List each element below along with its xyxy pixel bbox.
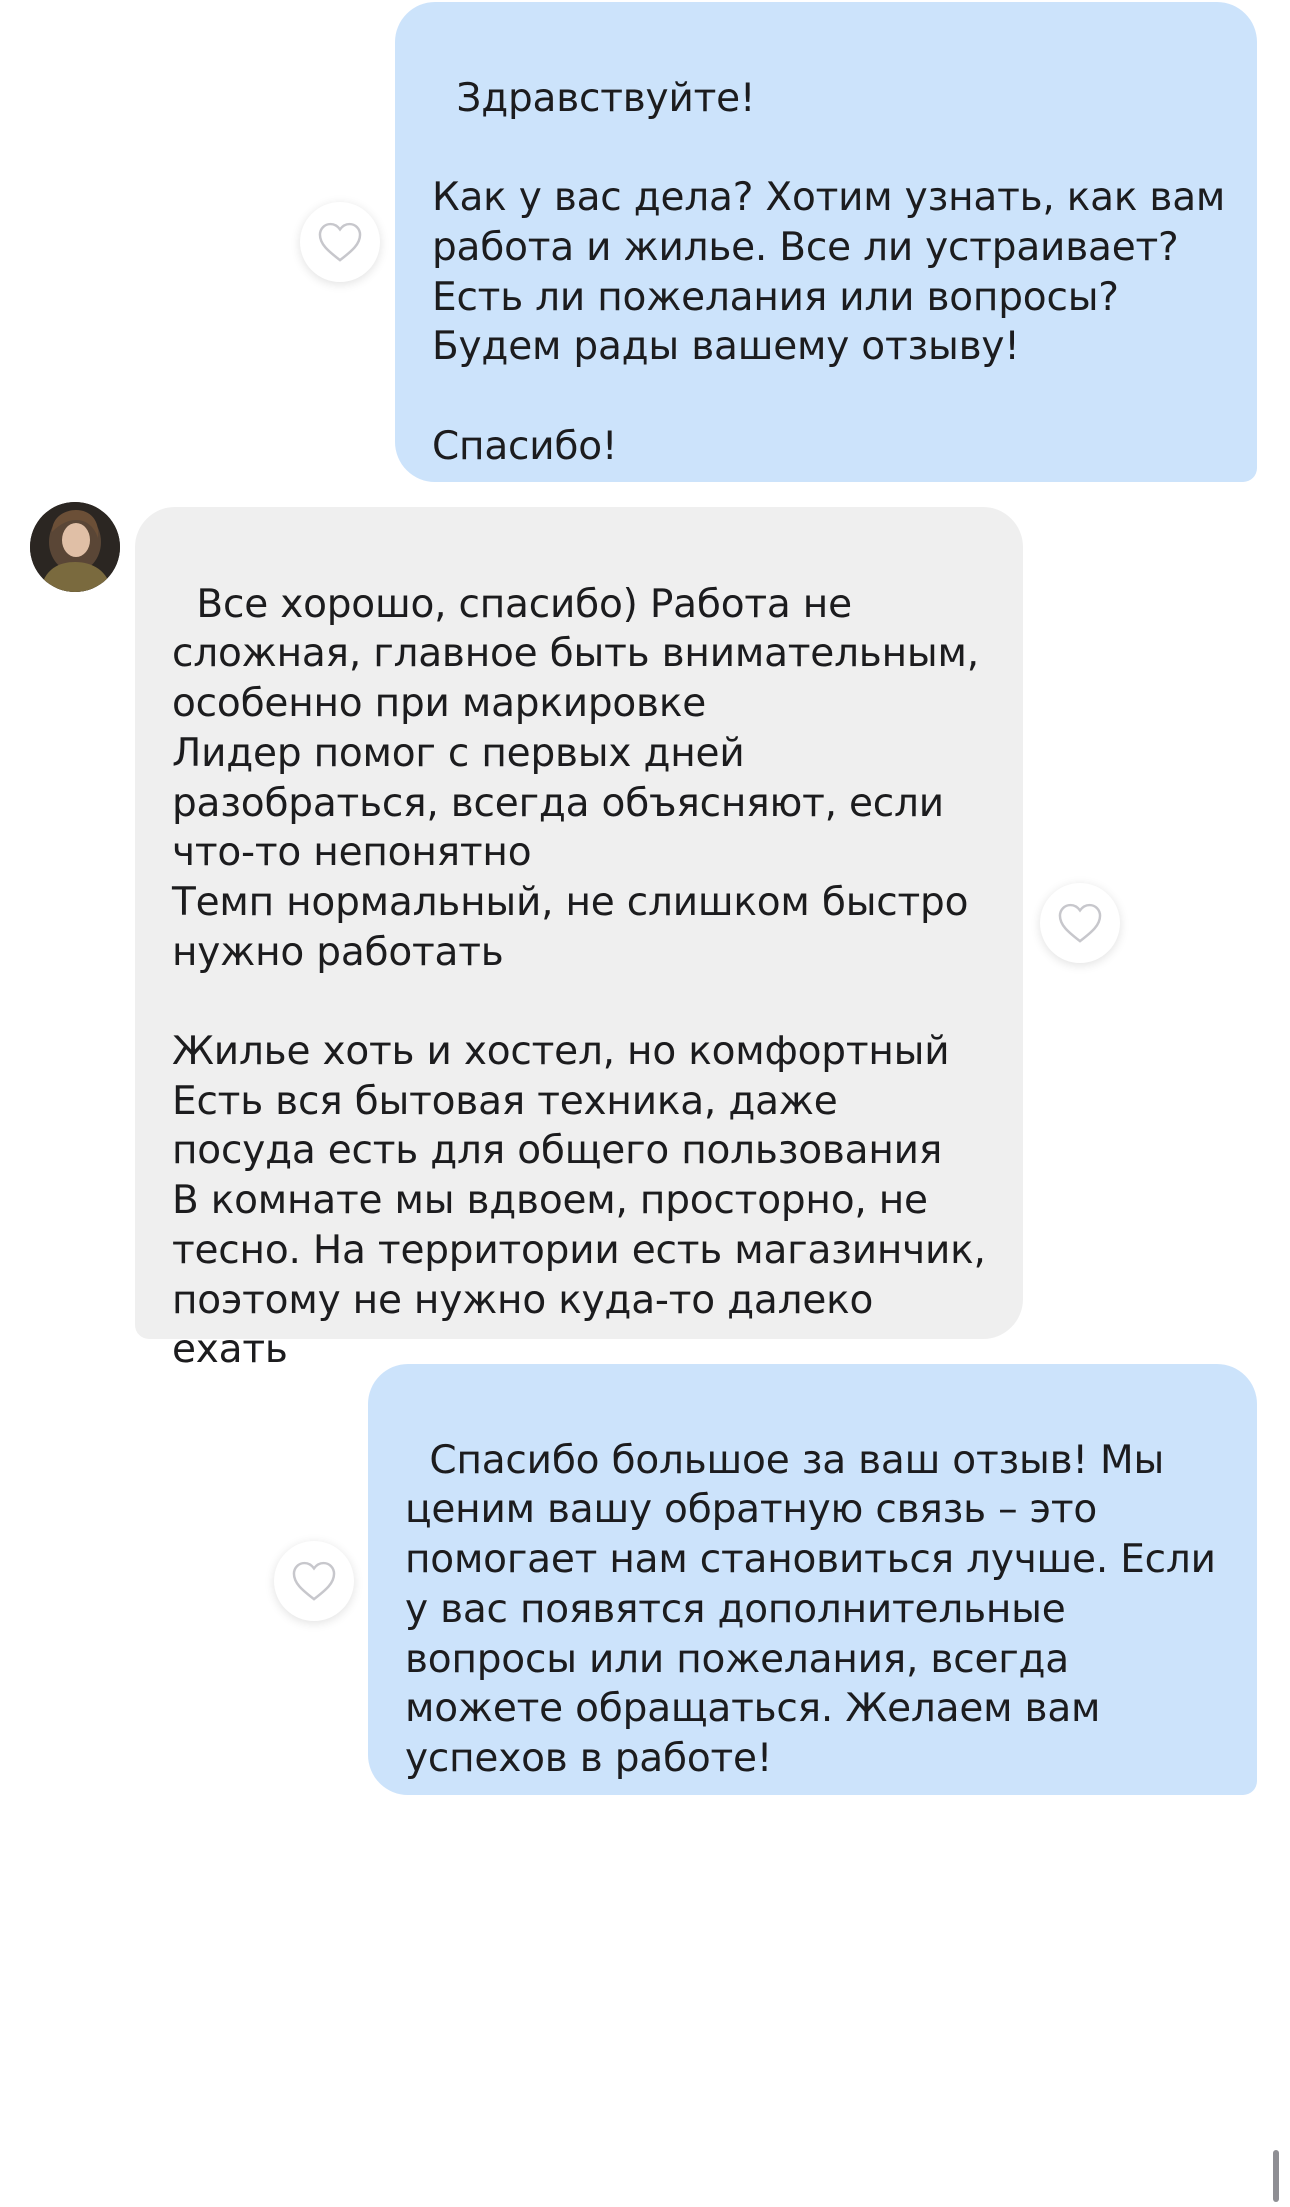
- outgoing-message-bubble[interactable]: Здравствуйте! Как у вас дела? Хотим узна…: [395, 2, 1257, 482]
- contact-avatar[interactable]: [30, 502, 120, 592]
- like-button[interactable]: [274, 1541, 354, 1621]
- message-text: Все хорошо, спасибо) Работа не сложная, …: [172, 581, 986, 1373]
- avatar-image: [30, 502, 120, 592]
- message-text: Спасибо большое за ваш отзыв! Мы ценим в…: [405, 1437, 1228, 1781]
- incoming-message-bubble[interactable]: Все хорошо, спасибо) Работа не сложная, …: [135, 507, 1023, 1372]
- message-text: Здравствуйте! Как у вас дела? Хотим узна…: [432, 75, 1226, 469]
- like-button[interactable]: [300, 202, 380, 282]
- heart-outline-icon: [292, 1561, 336, 1601]
- like-button[interactable]: [1040, 883, 1120, 963]
- heart-outline-icon: [1058, 903, 1102, 943]
- outgoing-message-bubble[interactable]: Спасибо большое за ваш отзыв! Мы ценим в…: [368, 1364, 1257, 1795]
- heart-outline-icon: [318, 222, 362, 262]
- scroll-indicator[interactable]: [1273, 2150, 1279, 2202]
